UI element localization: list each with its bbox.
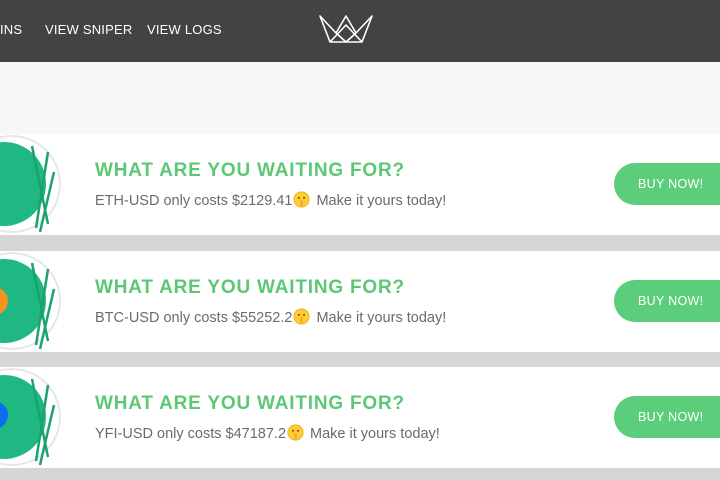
yfi-coin-icon — [0, 367, 62, 468]
promo-card-btc: WHAT ARE YOU WAITING FOR? BTC-USD only c… — [0, 251, 720, 352]
crown-logo-icon[interactable] — [318, 13, 374, 45]
buy-now-button[interactable]: BUY NOW! — [614, 163, 720, 205]
separator-band — [0, 235, 720, 251]
nav-item-view-logs[interactable]: VIEW LOGS — [147, 22, 222, 37]
price-text: YFI-USD only costs $47187.2 — [95, 426, 287, 442]
card-price-text: YFI-USD only costs $47187.2 Make it your… — [95, 424, 440, 442]
card-headline: WHAT ARE YOU WAITING FOR? — [95, 160, 405, 181]
buy-now-button[interactable]: BUY NOW! — [614, 280, 720, 322]
eth-coin-icon — [0, 134, 62, 235]
card-headline: WHAT ARE YOU WAITING FOR? — [95, 277, 405, 298]
top-nav-bar: INS VIEW SNIPER VIEW LOGS — [0, 0, 720, 62]
shushing-face-emoji-icon — [293, 191, 310, 208]
card-price-text: ETH-USD only costs $2129.41 Make it your… — [95, 191, 446, 209]
promo-card-eth: WHAT ARE YOU WAITING FOR? ETH-USD only c… — [0, 134, 720, 235]
separator-band — [0, 351, 720, 367]
promo-card-yfi: WHAT ARE YOU WAITING FOR? YFI-USD only c… — [0, 367, 720, 468]
separator-band — [0, 468, 720, 480]
card-price-text: BTC-USD only costs $55252.2 Make it your… — [95, 308, 446, 326]
price-text: ETH-USD only costs $2129.41 — [95, 193, 293, 209]
buy-now-button[interactable]: BUY NOW! — [614, 396, 720, 438]
call-to-action-text: Make it yours today! — [312, 310, 447, 326]
price-text: BTC-USD only costs $55252.2 — [95, 310, 293, 326]
nav-item-view-sniper[interactable]: VIEW SNIPER — [45, 22, 132, 37]
call-to-action-text: Make it yours today! — [312, 193, 447, 209]
nav-item-coins[interactable]: INS — [0, 22, 22, 37]
shushing-face-emoji-icon — [293, 308, 310, 325]
card-headline: WHAT ARE YOU WAITING FOR? — [95, 393, 405, 414]
btc-coin-icon — [0, 251, 62, 352]
shushing-face-emoji-icon — [287, 424, 304, 441]
call-to-action-text: Make it yours today! — [306, 426, 440, 442]
